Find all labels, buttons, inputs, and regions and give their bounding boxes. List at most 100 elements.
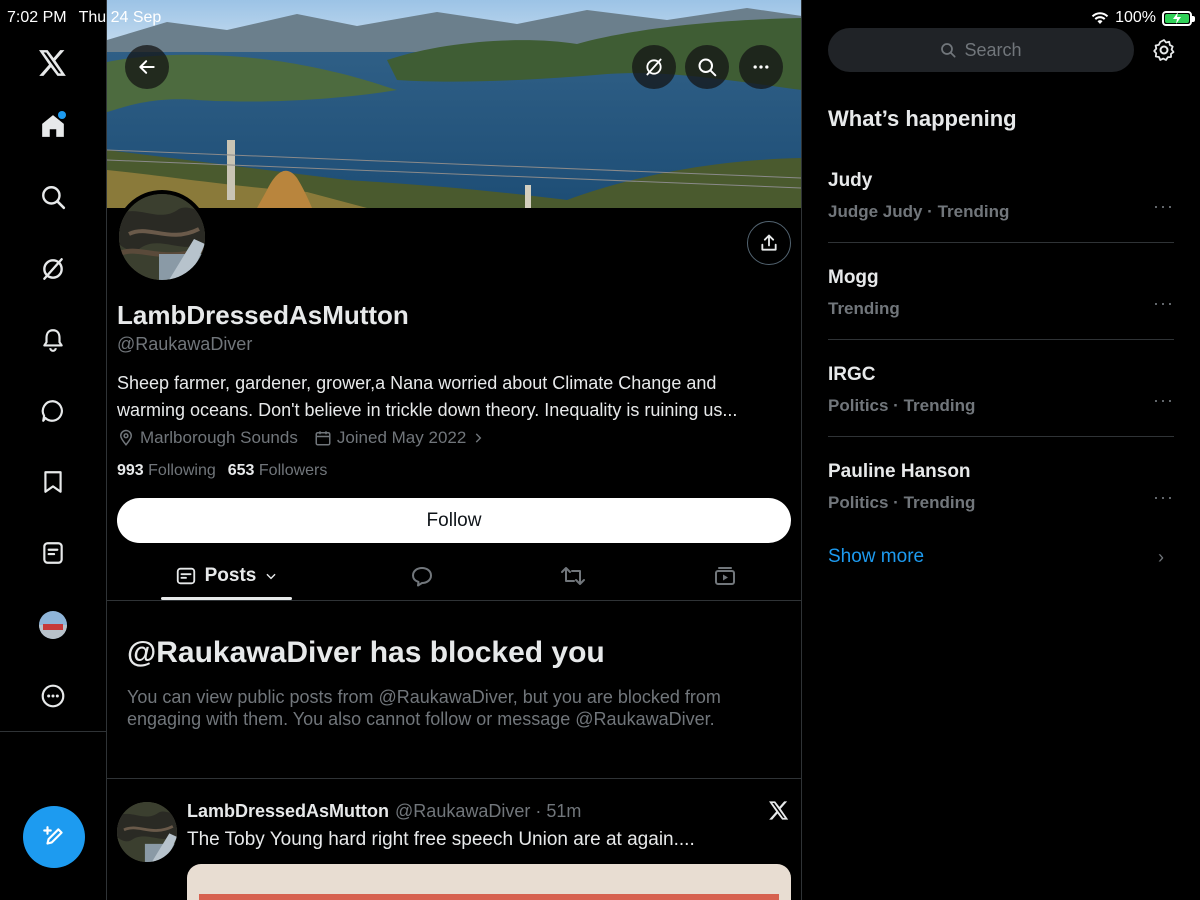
wifi-icon [1091,12,1109,24]
blocked-description: You can view public posts from @RaukawaD… [127,687,721,729]
back-button[interactable] [125,45,169,89]
status-bar-right: 100% [1091,9,1195,27]
post-handle-time: @RaukawaDiver · 51m [395,801,582,821]
following-count: 993 [117,462,144,479]
blocked-title: @RaukawaDiver has blocked you [127,636,605,669]
calendar-icon [315,431,331,446]
settings-button[interactable] [1152,38,1176,62]
grok-icon [646,58,662,76]
post-author-name[interactable]: LambDressedAsMutton [187,801,389,822]
trend-meta: Trending [828,299,900,318]
search-placeholder: Search [964,39,1022,60]
chevron-right-icon: › [1158,547,1164,567]
profile-tabs: Posts [107,552,801,601]
trend-name: IRGC [828,364,876,385]
joined-text: Joined May 2022 [336,428,467,447]
profile-banner [107,0,801,208]
bookmarks-icon[interactable] [32,461,74,503]
gear-icon [1153,39,1175,61]
post-divider [107,778,801,779]
notifications-icon[interactable] [32,319,74,361]
home-icon[interactable] [32,105,74,147]
trend-more-icon[interactable]: ··· [1153,390,1174,411]
trend-item[interactable]: Pauline Hanson Politics · Trending ··· [828,437,1174,534]
trend-item[interactable]: Judy Judge Judy · Trending ··· [828,146,1174,243]
profile-display-name: LambDressedAsMutton [117,300,409,330]
more-horizontal-icon [753,65,769,69]
search-icon[interactable] [32,176,74,218]
trend-item[interactable]: IRGC Politics · Trending ··· [828,340,1174,437]
x-logo-icon[interactable] [32,42,74,84]
posts-icon [176,567,195,585]
profile-meta: Marlborough Sounds Joined May 2022 [117,428,485,448]
compose-button[interactable] [23,806,85,868]
search-profile-button[interactable] [685,45,729,89]
status-date: Thu 24 Sep [78,9,162,26]
search-icon [698,58,717,77]
chevron-down-icon [266,573,276,580]
show-more-link[interactable]: Show more [828,546,924,568]
reply-icon [412,567,432,587]
following-link[interactable]: 993 Following [117,462,216,480]
x-logo-icon [769,801,791,823]
battery-percent: 100% [1115,9,1156,26]
followers-label: Followers [258,462,328,479]
search-input[interactable]: Search [828,28,1134,72]
profile-follow-counts: 993 Following 653 Followers [117,462,327,480]
grok-icon[interactable] [32,248,74,290]
post-author-avatar[interactable] [117,802,177,862]
tab-replies[interactable] [397,552,447,600]
share-button[interactable] [747,221,791,265]
repost-icon [561,567,585,585]
tab-reposts[interactable] [548,552,598,600]
trend-name: Pauline Hanson [828,461,971,482]
trend-name: Mogg [828,267,879,288]
location-text: Marlborough Sounds [140,428,298,447]
profile-handle: @RaukawaDiver [117,334,253,354]
tab-posts[interactable]: Posts [161,552,292,600]
profile-bio: Sheep farmer, gardener, grower,a Nana wo… [117,373,738,420]
messages-icon[interactable] [32,390,74,432]
trend-meta: Politics · Trending [828,396,976,415]
left-navigation [0,0,107,900]
profile-avatar[interactable] [32,604,74,646]
right-sidebar: Search What’s happening Judy Judge Judy … [802,0,1200,900]
notification-dot [58,111,66,119]
followers-link[interactable]: 653 Followers [228,462,328,480]
status-bar-left: 7:02 PM Thu 24 Sep [7,9,161,27]
post-header: LambDressedAsMutton @RaukawaDiver · 51m [187,801,581,822]
more-icon[interactable] [32,675,74,717]
status-time: 7:02 PM [7,9,67,26]
trend-more-icon[interactable]: ··· [1153,196,1174,217]
follow-button[interactable]: Follow [117,498,791,543]
profile-avatar-large[interactable] [115,190,209,284]
battery-icon [1162,10,1195,26]
tab-media[interactable] [700,552,750,600]
search-icon [941,43,957,58]
post-text: The Toby Young hard right free speech Un… [187,829,695,850]
compose-icon [43,826,63,845]
trend-meta: Judge Judy · Trending [828,202,1010,221]
lists-icon[interactable] [32,532,74,574]
more-options-button[interactable] [739,45,783,89]
active-tab-indicator [161,597,292,600]
trend-name: Judy [828,170,873,191]
trend-more-icon[interactable]: ··· [1153,487,1174,508]
chevron-right-icon [476,433,482,443]
post-media-image[interactable] [187,864,791,900]
trend-item[interactable]: Mogg Trending ··· [828,243,1174,340]
following-label: Following [148,462,216,479]
arrow-left-icon [139,60,155,74]
tab-posts-label: Posts [204,565,257,586]
followers-count: 653 [227,462,255,479]
profile-joined[interactable]: Joined May 2022 [314,428,485,448]
trend-meta: Politics · Trending [828,493,976,512]
profile-column: LambDressedAsMutton @RaukawaDiver Sheep … [107,0,802,900]
share-icon [761,234,777,251]
trend-more-icon[interactable]: ··· [1153,293,1174,314]
location-pin-icon [119,429,133,446]
media-icon [715,567,735,585]
whats-happening-heading: What’s happening [828,106,1017,131]
grok-button[interactable] [632,45,676,89]
nav-divider [0,731,107,732]
